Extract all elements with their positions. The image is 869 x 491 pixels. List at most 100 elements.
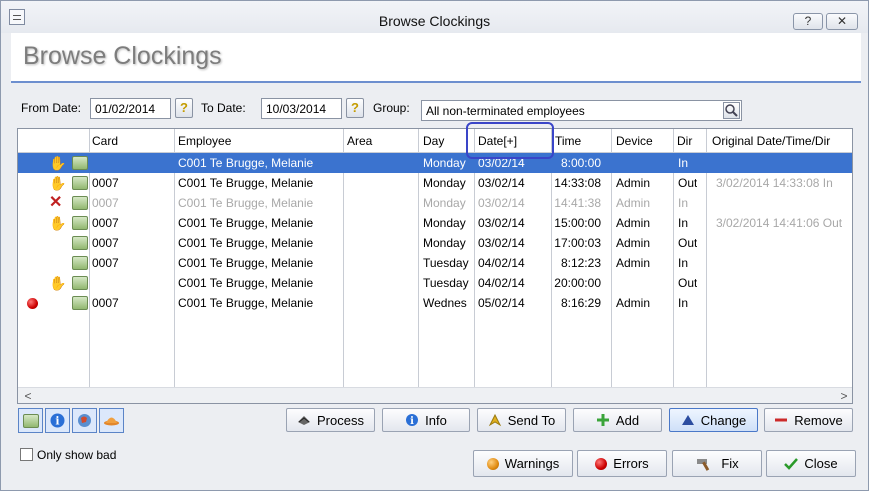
horizontal-scrollbar[interactable]: < > <box>18 387 852 403</box>
table-row[interactable]: ✋ C001 Te Brugge, Melanie Monday 03/02/14 8:… <box>18 153 852 173</box>
hand-icon: ✋ <box>49 275 67 291</box>
info-button[interactable]: i Info <box>382 408 470 432</box>
table-row[interactable]: 0007 C001 Te Brugge, Melanie Tuesday 04/02/… <box>18 253 852 273</box>
employee-icon <box>72 276 88 290</box>
table-row[interactable]: ✕ 0007 C001 Te Brugge, Melanie Monday 03/02/… <box>18 193 852 213</box>
add-label: Add <box>615 412 640 428</box>
employee-icon <box>72 196 88 210</box>
table-row[interactable]: ✋ C001 Te Brugge, Melanie Tuesday 04/02/14 2… <box>18 273 852 293</box>
cell-original: 3/02/2014 14:41:06 Out <box>716 216 843 230</box>
group-search-icon[interactable] <box>723 102 740 119</box>
cell-day: Monday <box>423 236 466 250</box>
remove-label: Remove <box>794 412 843 428</box>
cell-employee: C001 Te Brugge, Melanie <box>178 176 314 190</box>
deleted-x-icon: ✕ <box>49 194 63 211</box>
cell-card: 0007 <box>92 296 119 310</box>
employee-icon <box>72 156 88 170</box>
column-header-employee[interactable]: Employee <box>178 129 231 152</box>
employee-icon <box>72 216 88 230</box>
scroll-right-icon[interactable]: > <box>836 389 852 403</box>
cell-employee: C001 Te Brugge, Melanie <box>178 196 314 210</box>
remove-button[interactable]: Remove <box>764 408 853 432</box>
add-button[interactable]: Add <box>573 408 662 432</box>
close-label: Close <box>804 456 838 471</box>
employee-icon <box>72 176 88 190</box>
cell-dir: In <box>678 256 689 270</box>
clockings-table: Card Employee Area Day Date[+] Time Devi… <box>17 128 853 404</box>
info-label: Info <box>425 412 447 428</box>
from-date-help-icon[interactable]: ? <box>175 98 193 118</box>
cell-employee: C001 Te Brugge, Melanie <box>178 256 314 270</box>
to-date-help-icon[interactable]: ? <box>346 98 364 118</box>
cell-day: Tuesday <box>423 256 469 270</box>
cell-time: 8:16:29 <box>560 296 601 310</box>
header-panel: Browse Clockings <box>11 33 861 83</box>
errors-button[interactable]: Errors <box>577 450 667 477</box>
only-show-bad-checkbox[interactable] <box>20 448 33 461</box>
cell-date: 04/02/14 <box>478 276 525 290</box>
employee-icon <box>72 236 88 250</box>
cell-device: Admin <box>616 236 651 250</box>
table-row[interactable]: 0007 C001 Te Brugge, Melanie Wednes 05/02/1… <box>18 293 852 313</box>
cell-time: 8:12:23 <box>560 256 601 270</box>
cell-time: 15:00:00 <box>554 216 601 230</box>
cell-date: 03/02/14 <box>478 236 525 250</box>
cell-device: Admin <box>616 196 651 210</box>
table-row[interactable]: ✋ 0007 C001 Te Brugge, Melanie Monday 03/02/… <box>18 173 852 193</box>
svg-text:i: i <box>55 415 59 428</box>
from-date-field[interactable] <box>90 98 171 119</box>
to-date-field[interactable] <box>261 98 342 119</box>
globe-icon[interactable] <box>72 408 97 433</box>
hand-icon: ✋ <box>49 175 67 191</box>
fix-label: Fix <box>721 456 739 471</box>
cell-employee: C001 Te Brugge, Melanie <box>178 276 314 290</box>
cell-dir: In <box>678 196 689 210</box>
send-to-button[interactable]: Send To <box>477 408 566 432</box>
window-title: Browse Clockings <box>378 13 491 29</box>
help-button[interactable]: ? <box>793 13 823 30</box>
error-dot-icon <box>595 457 608 470</box>
change-label: Change <box>700 412 747 428</box>
to-date-label: To Date: <box>201 101 246 115</box>
cell-date: 03/02/14 <box>478 216 525 230</box>
scroll-left-icon[interactable]: < <box>20 389 36 403</box>
process-button[interactable]: Process <box>286 408 375 432</box>
cell-dir: Out <box>678 236 698 250</box>
group-label: Group: <box>373 101 410 115</box>
fix-button[interactable]: Fix <box>672 450 762 477</box>
cell-dir: Out <box>678 276 698 290</box>
employee-view-icon[interactable] <box>18 408 43 433</box>
cell-card: 0007 <box>92 176 119 190</box>
table-row[interactable]: 0007 C001 Te Brugge, Melanie Monday 03/02/1… <box>18 233 852 253</box>
group-field[interactable] <box>421 100 742 121</box>
cell-date: 03/02/14 <box>478 176 525 190</box>
warnings-button[interactable]: Warnings <box>473 450 573 477</box>
column-header-time[interactable]: Time <box>555 129 581 152</box>
hat-icon[interactable] <box>99 408 124 433</box>
info-view-icon[interactable]: i <box>45 408 70 433</box>
cell-day: Monday <box>423 156 466 170</box>
cell-employee: C001 Te Brugge, Melanie <box>178 156 314 170</box>
close-button[interactable]: Close <box>766 450 856 477</box>
cell-dir: Out <box>678 176 698 190</box>
column-header-original[interactable]: Original Date/Time/Dir <box>712 129 830 152</box>
from-date-label: From Date: <box>21 101 82 115</box>
column-header-dir[interactable]: Dir <box>677 129 692 152</box>
change-button[interactable]: Change <box>669 408 758 432</box>
cell-device: Admin <box>616 216 651 230</box>
cell-time: 20:00:00 <box>554 276 601 290</box>
column-header-day[interactable]: Day <box>423 129 444 152</box>
table-row[interactable]: ✋ 0007 C001 Te Brugge, Melanie Monday 03/02/… <box>18 213 852 233</box>
column-header-card[interactable]: Card <box>92 129 118 152</box>
cell-employee: C001 Te Brugge, Melanie <box>178 236 314 250</box>
process-label: Process <box>317 412 364 428</box>
cell-date: 03/02/14 <box>478 196 525 210</box>
cell-date: 04/02/14 <box>478 256 525 270</box>
column-header-area[interactable]: Area <box>347 129 372 152</box>
cell-original: 3/02/2014 14:33:08 In <box>716 176 833 190</box>
svg-text:i: i <box>410 416 414 427</box>
hand-icon: ✋ <box>49 155 67 171</box>
employee-icon <box>72 256 88 270</box>
column-header-device[interactable]: Device <box>616 129 653 152</box>
close-window-button[interactable]: ✕ <box>826 13 858 30</box>
